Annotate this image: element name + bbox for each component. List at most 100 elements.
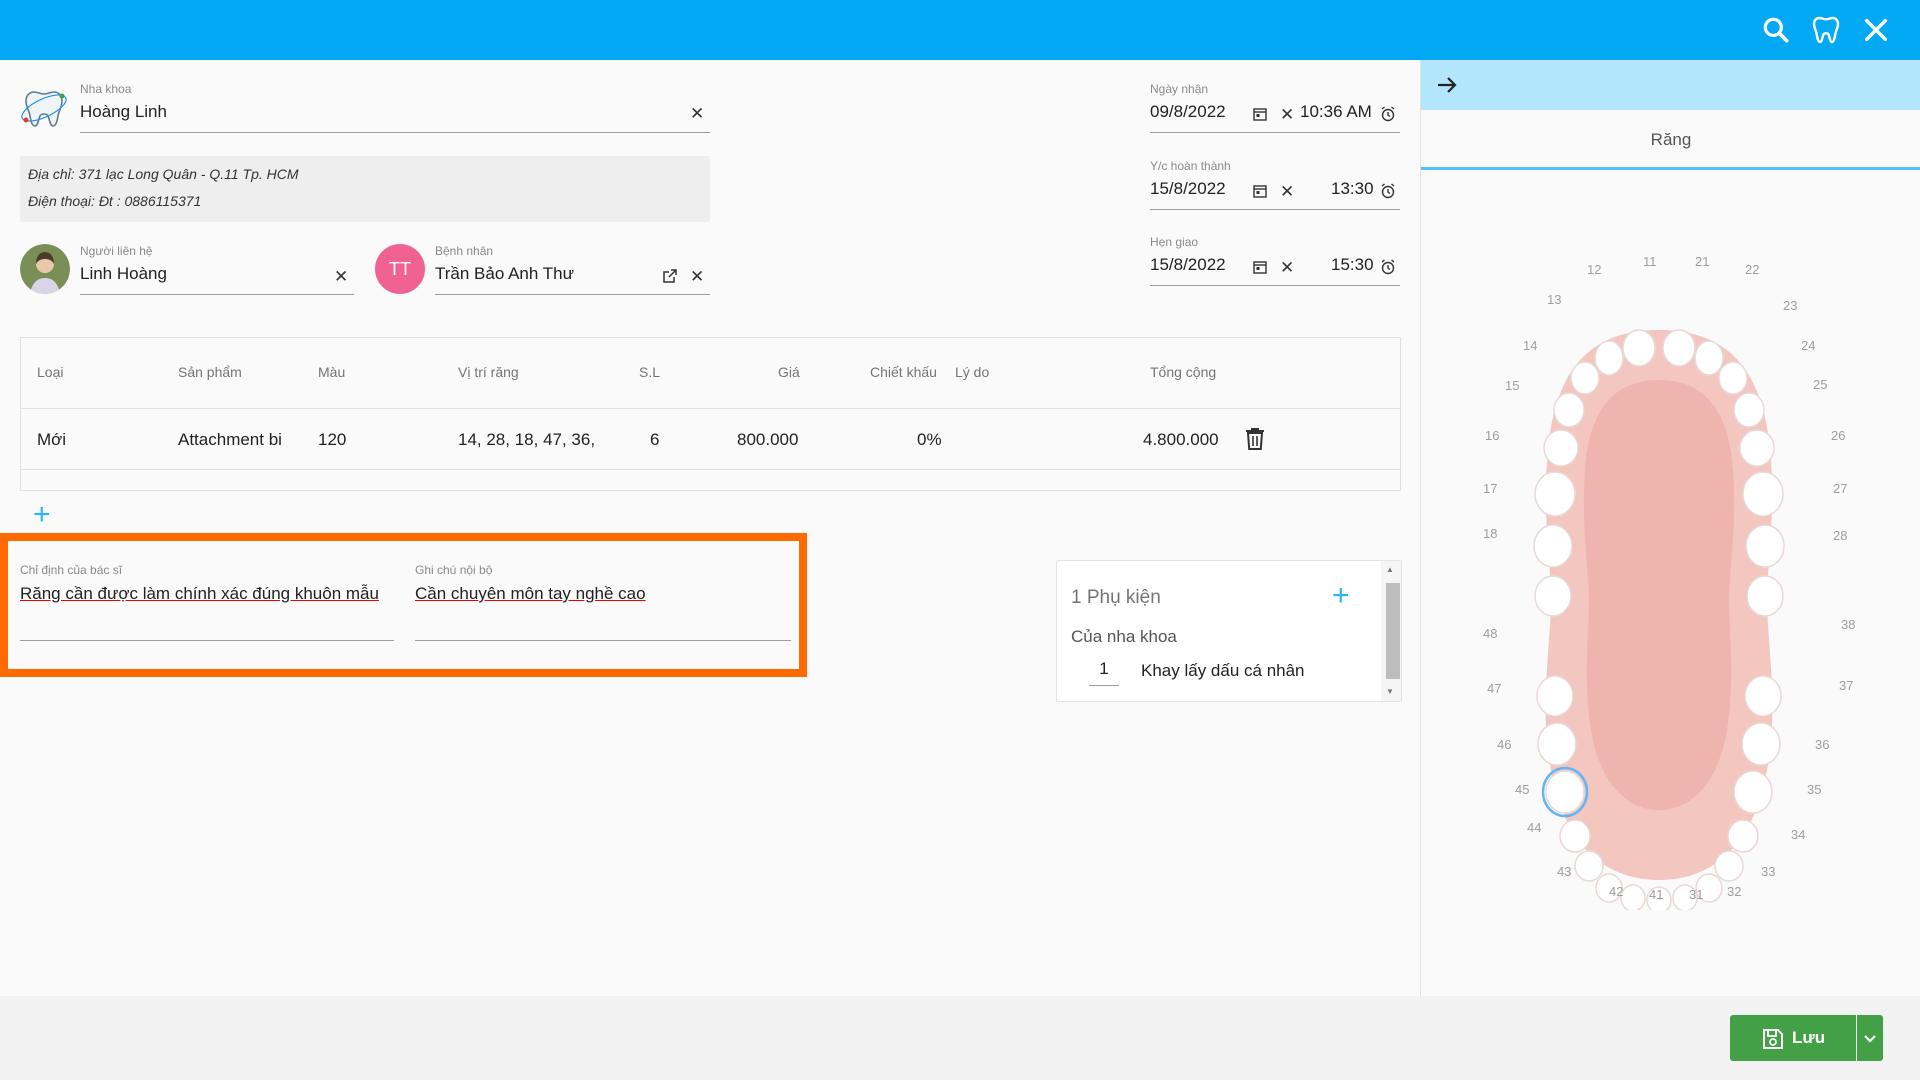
patient-underline [435,294,710,295]
scrollbar-thumb[interactable] [1386,583,1400,679]
chevron-down-icon [1864,1035,1876,1043]
cell-discount: 0% [917,430,942,449]
internal-note-underline [415,640,791,641]
tooth-number: 12 [1587,262,1602,277]
trash-icon[interactable] [1244,427,1266,451]
tooth-number: 32 [1727,884,1742,899]
save-options-dropdown[interactable] [1857,1015,1883,1061]
accessories-scrollbar[interactable]: ▲ ▼ [1381,561,1401,701]
cell-product: Attachment bi [178,430,282,449]
contact-label: Người liên hệ [80,244,153,258]
date-underline [1150,209,1400,210]
clear-patient-icon[interactable]: ✕ [690,268,704,285]
teeth-panel-header [1421,60,1920,110]
doctor-note-underline [20,640,394,641]
date-due-date[interactable]: 15/8/2022 [1150,179,1226,199]
order-form: Nha khoa Hoàng Linh ✕ Địa chỉ: 371 lạc L… [0,60,1420,996]
accessory-qty-input[interactable]: 1 [1089,659,1119,686]
doctor-note-field[interactable]: Răng cần được làm chính xác đúng khuôn m… [20,584,379,604]
internal-note-field[interactable]: Cần chuyên môn tay nghề cao [415,584,646,604]
patient-field[interactable]: Trần Bảo Anh Thư [435,264,574,284]
calendar-icon[interactable] [1252,259,1268,275]
calendar-icon[interactable] [1252,106,1268,122]
search-icon[interactable] [1760,14,1792,46]
tooth-number: 21 [1695,254,1710,269]
date-delivery-time[interactable]: 15:30 [1331,255,1374,275]
tooth-number: 38 [1841,617,1856,632]
tooth-number: 15 [1505,378,1520,393]
scroll-up-icon[interactable]: ▲ [1386,565,1394,574]
col-total: Tổng cộng [1150,364,1217,380]
patient-avatar: TT [375,244,425,294]
add-accessory-button[interactable]: + [1332,581,1350,611]
cell-qty: 6 [650,430,660,449]
scroll-down-icon[interactable]: ▼ [1386,687,1394,696]
clear-date-icon[interactable]: ✕ [1280,259,1294,276]
floppy-disk-icon [1763,1029,1783,1049]
col-position: Vị trí răng [458,364,519,380]
cell-color: 120 [318,430,347,449]
tooth-number: 42 [1609,884,1624,899]
tooth-number: 33 [1761,864,1776,879]
tooth-number: 48 [1483,626,1498,641]
tooth-icon[interactable] [1810,14,1842,46]
tooth-number: 24 [1801,338,1816,353]
open-external-icon[interactable] [662,268,678,284]
tab-teeth[interactable]: Răng [1421,130,1920,150]
clinic-address: Địa chỉ: 371 lạc Long Quân - Q.11 Tp. HC… [28,166,299,182]
col-color: Màu [318,364,346,380]
internal-note-label: Ghi chú nội bộ [415,563,493,577]
top-bar [0,0,1920,60]
save-button[interactable]: Lưu [1730,1015,1856,1061]
arrow-right-icon[interactable] [1435,73,1459,97]
tooth-number: 43 [1557,864,1572,879]
accessory-name: Khay lấy dấu cá nhân [1141,661,1305,680]
date-delivery-date[interactable]: 15/8/2022 [1150,255,1226,275]
date-received-time[interactable]: 10:36 AM [1300,102,1372,122]
clear-contact-icon[interactable]: ✕ [334,268,348,285]
accessory-group: Của nha khoa [1071,627,1177,646]
save-label: Lưu [1792,1028,1826,1047]
clear-date-icon[interactable]: ✕ [1280,183,1294,200]
date-received-label: Ngày nhận [1150,82,1209,96]
tooth-number: 34 [1791,827,1806,842]
alarm-icon[interactable] [1380,183,1396,199]
date-received-date[interactable]: 09/8/2022 [1150,102,1226,122]
row-divider [21,469,1400,470]
col-type: Loại [37,364,64,380]
date-underline [1150,285,1400,286]
col-price: Giá [778,364,800,380]
alarm-icon[interactable] [1380,106,1396,122]
tooth-number: 18 [1483,526,1498,541]
tooth-number: 16 [1485,428,1500,443]
tooth-number: 46 [1497,737,1512,752]
clinic-address-box: Địa chỉ: 371 lạc Long Quân - Q.11 Tp. HC… [20,156,710,222]
clinic-logo-icon [21,91,67,127]
close-icon[interactable] [1860,14,1892,46]
date-due-time[interactable]: 13:30 [1331,179,1374,199]
tooth-number: 44 [1527,820,1542,835]
tooth-number: 14 [1523,338,1538,353]
accessories-panel: 1 Phụ kiện + Của nha khoa 1 Khay lấy dấu… [1056,560,1402,702]
row-divider [21,408,1400,409]
tab-indicator [1421,167,1920,170]
clinic-field[interactable]: Hoàng Linh [80,102,167,122]
clear-date-icon[interactable]: ✕ [1280,106,1294,123]
tooth-number: 36 [1815,737,1830,752]
dental-chart-image[interactable] [1509,270,1809,910]
tooth-number: 28 [1833,528,1848,543]
tooth-number: 17 [1483,481,1498,496]
add-row-button[interactable]: + [33,500,51,530]
tooth-number: 25 [1813,377,1828,392]
contact-field[interactable]: Linh Hoàng [80,264,167,284]
col-qty: S.L [639,364,661,380]
cell-price: 800.000 [737,430,799,449]
tooth-number: 41 [1649,887,1664,902]
contact-underline [80,294,354,295]
clinic-phone: Điện thoại: Đt : 0886115371 [28,193,202,209]
tooth-number: 27 [1833,481,1848,496]
accessories-title: 1 Phụ kiện [1071,587,1161,608]
clear-clinic-icon[interactable]: ✕ [690,105,704,122]
calendar-icon[interactable] [1252,183,1268,199]
alarm-icon[interactable] [1380,259,1396,275]
